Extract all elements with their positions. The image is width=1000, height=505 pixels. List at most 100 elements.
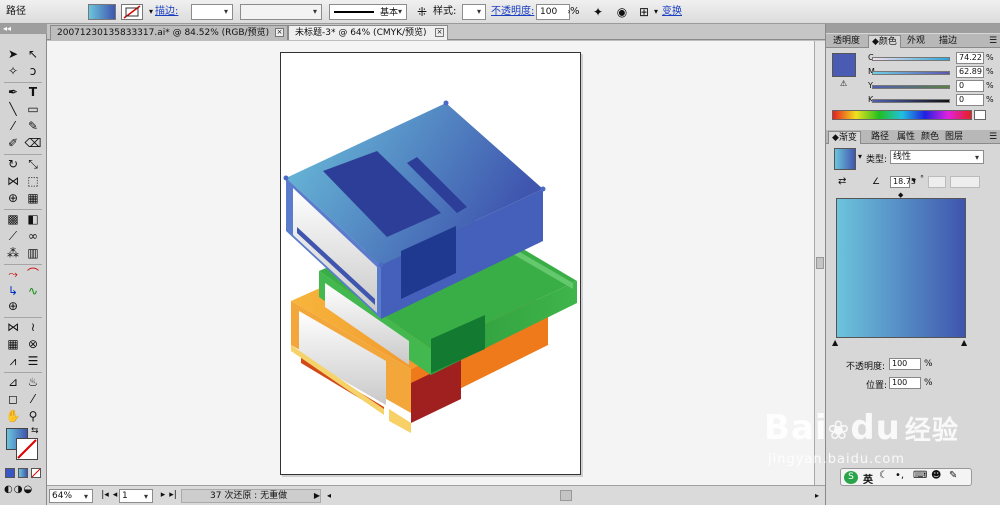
panel-grip[interactable] <box>826 24 1000 33</box>
color-spectrum-bar[interactable] <box>832 110 972 120</box>
angle-field[interactable]: 18.75 <box>890 176 916 188</box>
tab-document-2[interactable]: 未标题-3* @ 64% (CMYK/预览) × <box>288 25 448 40</box>
color-mode-icon[interactable] <box>5 468 15 478</box>
slider-track[interactable] <box>872 57 950 61</box>
stroke-color-box[interactable] <box>16 438 38 460</box>
stroke-swatch-button[interactable] <box>121 4 143 20</box>
gradient-preview[interactable] <box>836 198 966 338</box>
hand-tool-icon[interactable]: ✋ <box>3 408 23 425</box>
magic-wand-icon[interactable]: ✧ <box>3 63 23 80</box>
eyedropper-icon[interactable]: ⟋ <box>3 228 23 245</box>
chevron-down-icon[interactable]: ▾ <box>858 152 862 161</box>
list-icon[interactable]: ☰ <box>23 353 43 370</box>
close-icon[interactable]: × <box>435 28 444 37</box>
close-icon[interactable]: × <box>275 28 284 37</box>
cyan-slider[interactable]: C 74.22 % <box>868 52 998 65</box>
zigzag-icon[interactable]: ⩘ <box>3 353 23 370</box>
gradient-stop-end[interactable]: ▲ <box>961 338 967 347</box>
settings-icon[interactable]: ✎ <box>949 470 957 481</box>
moon-icon[interactable]: ☾ <box>879 470 888 481</box>
artboard[interactable] <box>280 52 581 475</box>
black-slider[interactable]: K 0 % <box>868 94 998 107</box>
selection-tool-icon[interactable]: ➤ <box>3 46 23 63</box>
pencil-icon[interactable]: ✎ <box>23 118 43 135</box>
horizontal-scroll-thumb[interactable] <box>560 490 572 501</box>
perspective-grid-icon[interactable]: ▦ <box>23 190 43 207</box>
draw-mode-icon[interactable]: ◐◑◒ <box>4 484 42 496</box>
page-dropdown[interactable]: 1 ▾ <box>119 489 153 503</box>
book-stack-artwork[interactable] <box>281 53 580 474</box>
tab-transparency[interactable]: 透明度 <box>830 35 863 48</box>
tab-appearance[interactable]: 外观 <box>904 35 928 48</box>
stroke-weight-dropdown[interactable]: ▾ <box>191 4 233 20</box>
zoom-dropdown[interactable]: 64% ▾ <box>49 489 93 503</box>
line-tool-icon[interactable]: ╲ <box>3 101 23 118</box>
wave-icon[interactable]: ∿ <box>23 283 43 300</box>
stop-location-field[interactable]: 100 <box>889 377 921 389</box>
tab-stroke[interactable]: 描边 <box>936 35 960 48</box>
scale-tool-icon[interactable]: ⤡ <box>23 156 43 173</box>
swap-colors-icon[interactable]: ⇆ <box>31 426 39 436</box>
slider-track[interactable] <box>872 71 950 75</box>
envelope-icon[interactable]: ⋈ <box>3 319 23 336</box>
scroll-right-icon[interactable]: ▸ <box>809 489 825 503</box>
tab-attributes[interactable]: 属性 <box>894 131 918 144</box>
lasso-icon[interactable]: ↄ <box>23 63 43 80</box>
recolor-artwork-icon[interactable]: ✦ <box>590 4 606 20</box>
panel-menu-icon[interactable]: ☰ <box>986 131 1000 144</box>
last-page-icon[interactable]: ▸| <box>165 489 181 503</box>
none-mode-icon[interactable] <box>31 468 41 478</box>
warp-icon[interactable]: ≀ <box>23 319 43 336</box>
rotate-tool-icon[interactable]: ↻ <box>3 156 23 173</box>
grid-icon[interactable]: ▦ <box>3 336 23 353</box>
tab-layers[interactable]: 图层 <box>942 131 966 144</box>
opacity-link[interactable]: 不透明度: <box>491 4 534 20</box>
direct-selection-tool-icon[interactable]: ↖ <box>23 46 43 63</box>
tab-document-1[interactable]: 20071230135833317.ai* @ 84.52% (RGB/预览) … <box>50 25 288 40</box>
tab-color-2[interactable]: 颜色 <box>918 131 942 144</box>
panel-grip[interactable]: ◂◂ <box>0 24 47 34</box>
yellow-value[interactable]: 0 <box>956 80 984 92</box>
paintbrush-icon[interactable]: ⁄ <box>3 118 23 135</box>
white-swatch[interactable] <box>974 110 986 120</box>
tab-gradient[interactable]: ◆渐变 <box>828 131 861 144</box>
pen-tool-icon[interactable]: ✒ <box>3 84 23 101</box>
out-of-gamut-icon[interactable]: ⚠ <box>840 79 847 88</box>
eraser-icon[interactable]: ⌫ <box>23 135 43 152</box>
brush-style-dropdown[interactable]: 基本 ▾ <box>329 4 407 20</box>
arc-icon[interactable]: ⌒ <box>23 266 43 283</box>
black-value[interactable]: 0 <box>956 94 984 106</box>
tab-pathfinder[interactable]: 路径 <box>868 131 892 144</box>
magenta-value[interactable]: 62.89 <box>956 66 984 78</box>
gradient-stop-start[interactable]: ▲ <box>832 338 838 347</box>
rectangle-tool-icon[interactable]: ▭ <box>23 101 43 118</box>
blob-brush-icon[interactable]: ✐ <box>3 135 23 152</box>
type-tool-icon[interactable]: T <box>23 84 43 101</box>
symbol-sprayer-icon[interactable]: ⁂ <box>3 245 23 262</box>
canvas-area[interactable] <box>47 41 814 485</box>
curvature-icon[interactable]: ⤳ <box>3 266 23 283</box>
globe-icon[interactable]: ◉ <box>614 4 630 20</box>
ime-toolbar[interactable]: S 英 ☾ •, ⌨ ☻ ✎ <box>840 468 972 486</box>
transform-link[interactable]: 变换 <box>662 4 682 20</box>
variable-width-dropdown[interactable]: ▾ <box>240 4 322 20</box>
column-graph-icon[interactable]: ▥ <box>23 245 43 262</box>
stop-opacity-field[interactable]: 100 <box>889 358 921 370</box>
chevron-down-icon[interactable]: ▾ <box>912 176 916 185</box>
mesh-tool-icon[interactable]: ▩ <box>3 211 23 228</box>
keyboard-icon[interactable]: ⌨ <box>913 470 927 481</box>
graphic-style-dropdown[interactable]: ▾ <box>462 4 486 20</box>
magenta-slider[interactable]: M 62.89 % <box>868 66 998 79</box>
gradient-preview-swatch[interactable] <box>834 148 856 170</box>
arrange-icon[interactable]: ⁜ <box>414 4 430 20</box>
punctuation-icon[interactable]: •, <box>895 470 904 481</box>
gradient-mode-icon[interactable] <box>18 468 28 478</box>
cyan-value[interactable]: 74.22 <box>956 52 984 64</box>
crosshair-icon[interactable]: ⊕ <box>3 298 23 315</box>
slice-tool-icon[interactable]: ⊿ <box>3 374 23 391</box>
scroll-thumb[interactable] <box>816 257 824 269</box>
blend-tool-icon[interactable]: ∞ <box>23 228 43 245</box>
yellow-slider[interactable]: Y 0 % <box>868 80 998 93</box>
panel-menu-icon[interactable]: ☰ <box>986 35 1000 48</box>
ime-lang-label[interactable]: 英 <box>863 471 873 486</box>
